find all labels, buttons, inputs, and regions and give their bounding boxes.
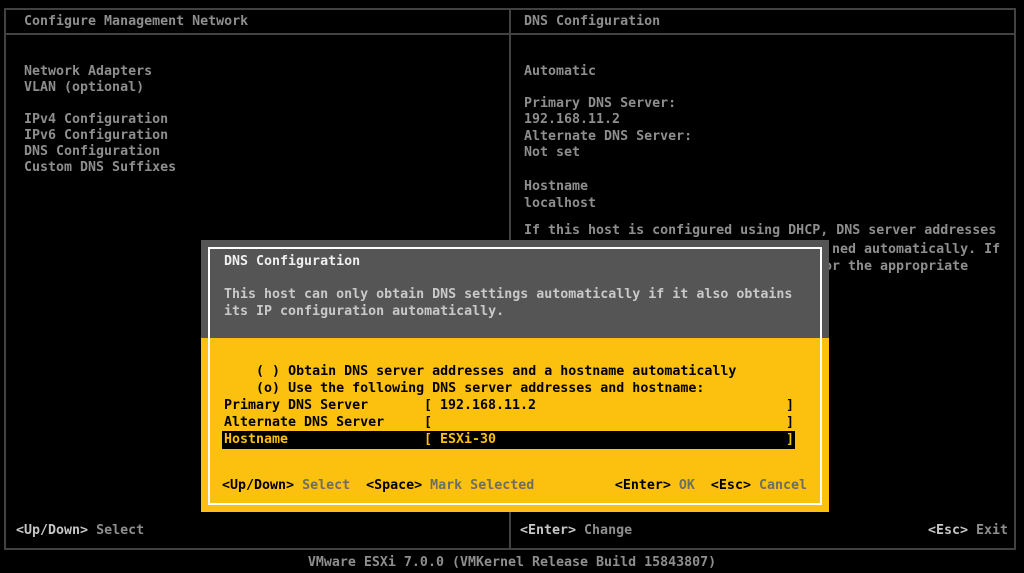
hint-updown-select: <Up/Down> Select bbox=[16, 524, 144, 538]
menu-item-vlan[interactable]: VLAN (optional) bbox=[24, 81, 144, 95]
enter-action-label: Change bbox=[584, 524, 632, 538]
dialog-updown-key: <Up/Down> bbox=[222, 479, 294, 493]
hostname-close-bracket: ] bbox=[786, 433, 794, 447]
dhcp-note-line1: If this host is configured using DHCP, D… bbox=[524, 224, 996, 238]
dialog-space-action: Mark Selected bbox=[430, 479, 534, 493]
primary-dns-field-value[interactable]: 192.168.11.2 bbox=[440, 399, 536, 413]
hostname-field-value[interactable]: ESXi-30 bbox=[440, 433, 496, 447]
esc-action-label: Exit bbox=[976, 524, 1008, 538]
updown-key-label: <Up/Down> bbox=[16, 524, 88, 538]
dialog-esc-key: <Esc> bbox=[711, 479, 751, 493]
dialog-title: DNS Configuration bbox=[224, 255, 360, 269]
dialog-hints-right: <Enter> OK <Esc> Cancel bbox=[615, 479, 807, 493]
primary-dns-field-row[interactable]: Primary DNS Server [ 192.168.11.2 ] bbox=[201, 399, 829, 416]
alternate-dns-open-bracket: [ bbox=[424, 416, 432, 430]
dialog-enter-action: OK bbox=[679, 479, 695, 493]
menu-item-custom-dns-suffixes[interactable]: Custom DNS Suffixes bbox=[24, 161, 176, 175]
esxi-version-text: VMware ESXi 7.0.0 (VMKernel Release Buil… bbox=[0, 556, 1024, 570]
dialog-space-key: <Space> bbox=[366, 479, 422, 493]
updown-action-label: Select bbox=[96, 524, 144, 538]
alternate-dns-value: Not set bbox=[524, 146, 580, 160]
dhcp-note-line3-fragment: or the appropriate bbox=[824, 260, 968, 274]
hint-esc-exit: <Esc> Exit bbox=[928, 524, 1008, 538]
dhcp-note-line2-fragment: ned automatically. If bbox=[832, 243, 1000, 257]
primary-dns-value: 192.168.11.2 bbox=[524, 113, 620, 127]
menu-item-ipv4-configuration[interactable]: IPv4 Configuration bbox=[24, 113, 168, 127]
hostname-value: localhost bbox=[524, 197, 596, 211]
radio-use-label: Use the following DNS server addresses a… bbox=[288, 381, 704, 396]
primary-dns-open-bracket: [ bbox=[424, 399, 432, 413]
dialog-hints-left: <Up/Down> Select <Space> Mark Selected bbox=[222, 479, 534, 493]
hostname-open-bracket: [ bbox=[424, 433, 432, 447]
page-title: Configure Management Network bbox=[24, 15, 248, 29]
esc-key-label: <Esc> bbox=[928, 524, 968, 538]
dialog-updown-action: Select bbox=[302, 479, 350, 493]
menu-item-network-adapters[interactable]: Network Adapters bbox=[24, 65, 152, 79]
radio-use-state: (o) bbox=[256, 381, 280, 396]
hint-enter-change: <Enter> Change bbox=[520, 524, 632, 538]
section-title: DNS Configuration bbox=[524, 15, 660, 29]
alternate-dns-field-label: Alternate DNS Server bbox=[224, 416, 384, 430]
menu-item-dns-configuration[interactable]: DNS Configuration bbox=[24, 145, 160, 159]
dialog-description-line2: its IP configuration automatically. bbox=[224, 305, 504, 319]
dialog-esc-action: Cancel bbox=[759, 479, 807, 493]
selection-highlight-bar bbox=[222, 431, 795, 449]
alternate-dns-label: Alternate DNS Server: bbox=[524, 130, 692, 144]
primary-dns-close-bracket: ] bbox=[786, 399, 794, 413]
hostname-field-label: Hostname bbox=[224, 433, 288, 447]
menu-item-ipv6-configuration[interactable]: IPv6 Configuration bbox=[24, 129, 168, 143]
dns-mode-value: Automatic bbox=[524, 65, 596, 79]
primary-dns-label: Primary DNS Server: bbox=[524, 97, 676, 111]
dialog-description-line1: This host can only obtain DNS settings a… bbox=[224, 288, 792, 302]
enter-key-label: <Enter> bbox=[520, 524, 576, 538]
dialog-enter-key: <Enter> bbox=[615, 479, 671, 493]
primary-dns-field-label: Primary DNS Server bbox=[224, 399, 368, 413]
hostname-label: Hostname bbox=[524, 180, 588, 194]
dns-configuration-dialog: DNS Configuration This host can only obt… bbox=[201, 240, 829, 512]
hostname-field-row[interactable]: Hostname [ ESXi-30 ] bbox=[201, 433, 829, 450]
alternate-dns-close-bracket: ] bbox=[786, 416, 794, 430]
